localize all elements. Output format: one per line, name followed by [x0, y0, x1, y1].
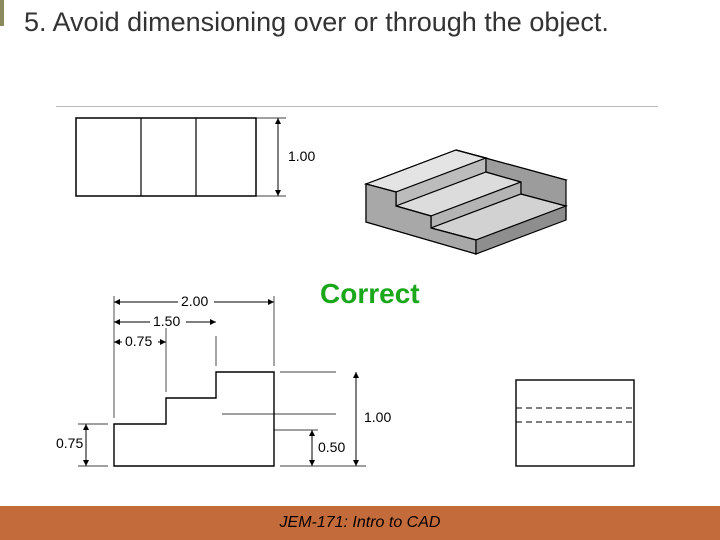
dim-1.00-top: 1.00 — [256, 118, 315, 196]
dim-label: 0.75 — [125, 333, 152, 349]
correct-label: Correct — [320, 278, 420, 310]
slide-title: 5. Avoid dimensioning over or through th… — [24, 6, 664, 40]
top-left-view — [76, 118, 256, 196]
step-profile — [114, 372, 274, 466]
accent-bar — [0, 0, 4, 26]
dim-label: 0.75 — [56, 435, 83, 451]
dim-label: 0.50 — [318, 439, 345, 455]
horizontal-rule — [56, 106, 658, 107]
dim-label: 1.00 — [364, 409, 391, 425]
dim-label: 2.00 — [181, 293, 208, 309]
dim-label: 1.50 — [153, 313, 180, 329]
bottom-right-view — [516, 380, 634, 466]
dim-label: 1.00 — [288, 148, 315, 164]
footer-bar: JEM-171: Intro to CAD — [0, 506, 720, 540]
slide: 5. Avoid dimensioning over or through th… — [0, 0, 720, 540]
footer-text: JEM-171: Intro to CAD — [280, 514, 441, 532]
isometric-block — [361, 109, 581, 259]
bottom-left-view: 2.00 1.50 0.75 0.75 — [56, 292, 391, 468]
